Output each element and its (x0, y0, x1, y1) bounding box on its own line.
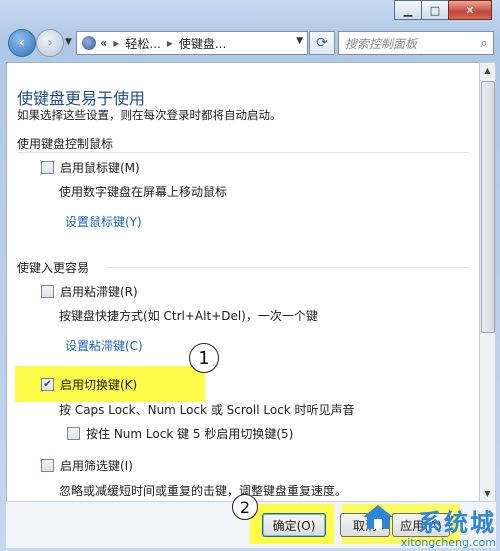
sticky-keys-option[interactable]: 启用粘滞键(R) (41, 283, 138, 300)
scrollbar-thumb[interactable] (481, 81, 495, 333)
filter-keys-checkbox[interactable] (41, 459, 54, 472)
refresh-icon: ⟳ (316, 35, 328, 51)
mouse-keys-label[interactable]: 启用鼠标键(M) (60, 159, 140, 176)
toggle-keys-checkbox[interactable]: ✔ (41, 378, 54, 391)
breadcrumb-ease-of-access[interactable]: 轻松... (125, 35, 160, 52)
num-lock-hold-option[interactable]: 按住 Num Lock 键 5 秒启用切换键(5) (67, 425, 293, 442)
filter-keys-label[interactable]: 启用筛选键(I) (60, 457, 133, 474)
maximize-button[interactable]: □ (421, 0, 449, 20)
minimize-icon: ▁ (403, 3, 413, 17)
search-input[interactable]: 搜索控制面板 (345, 35, 475, 52)
refresh-button[interactable]: ⟳ (309, 31, 335, 55)
house-logo-icon (362, 505, 393, 529)
filter-keys-option[interactable]: 启用筛选键(I) (41, 457, 133, 474)
forward-button[interactable]: › (36, 29, 64, 57)
breadcrumb-overflow[interactable]: « (100, 36, 107, 50)
mouse-keys-checkbox[interactable] (41, 161, 54, 174)
toggle-keys-option[interactable]: ✔ 启用切换键(K) (41, 376, 137, 393)
sticky-keys-checkbox[interactable] (41, 285, 54, 298)
step-marker-1: 1 (189, 343, 219, 373)
close-icon: ✕ (465, 3, 475, 17)
chevron-down-icon: ▼ (65, 37, 72, 47)
toggle-keys-label[interactable]: 启用切换键(K) (60, 376, 137, 393)
control-panel-icon (82, 36, 96, 50)
section-heading-mouse: 使用键盘控制鼠标 (17, 137, 114, 151)
arrow-right-icon: › (47, 35, 53, 51)
filter-keys-description: 忽略或减缓短时间或重复的击键，调整键盘重复速度。 (59, 484, 348, 498)
sticky-keys-label[interactable]: 启用粘滞键(R) (60, 283, 138, 300)
arrow-left-icon: ‹ (19, 35, 25, 51)
section-heading-typing: 使键入更容易 (17, 261, 90, 275)
breadcrumb-separator-icon[interactable]: ▸ (167, 36, 173, 50)
address-dropdown-icon[interactable]: ▼ (296, 36, 303, 46)
search-icon[interactable]: ⌕ (475, 36, 493, 51)
control-panel-window: ▁ □ ✕ ‹ › ▼ « ▸ 轻松... ▸ 使键盘... ▼ ⟳ 搜索控制面… (0, 0, 500, 551)
ok-button[interactable]: 确定(O) (262, 513, 326, 537)
window-caption-buttons: ▁ □ ✕ (394, 0, 492, 20)
breadcrumb-keyboard[interactable]: 使键盘... (179, 35, 226, 52)
navigation-bar: ‹ › ▼ « ▸ 轻松... ▸ 使键盘... ▼ ⟳ 搜索控制面板 ⌕ (6, 28, 494, 58)
search-box[interactable]: 搜索控制面板 ⌕ (338, 31, 494, 55)
scroll-down-icon[interactable]: ▼ (480, 486, 495, 501)
sticky-keys-description: 按键盘快捷方式(如 Ctrl+Alt+Del)，一次一个键 (59, 309, 318, 323)
close-button[interactable]: ✕ (448, 0, 492, 20)
back-button[interactable]: ‹ (8, 29, 36, 57)
toggle-keys-description: 按 Caps Lock、Num Lock 或 Scroll Lock 时听见声音 (59, 403, 355, 417)
address-bar[interactable]: « ▸ 轻松... ▸ 使键盘... ▼ (76, 31, 308, 55)
settings-content: 使键盘更易于使用 如果选择这些设置，则在每次登录时都将自动启动。 使用键盘控制鼠… (6, 62, 480, 502)
page-description: 如果选择这些设置，则在每次登录时都将自动启动。 (17, 108, 282, 122)
page-title: 使键盘更易于使用 (17, 89, 146, 108)
setup-sticky-keys-link[interactable]: 设置粘滞键(C) (65, 337, 143, 354)
breadcrumb-separator-icon[interactable]: ▸ (113, 36, 119, 50)
mouse-keys-description: 使用数字键盘在屏幕上移动鼠标 (59, 185, 228, 199)
recent-pages-dropdown[interactable]: ▼ (65, 37, 72, 47)
vertical-scrollbar[interactable]: ▲ ▼ (479, 62, 496, 502)
section-divider (17, 152, 469, 153)
maximize-icon: □ (429, 3, 441, 17)
step-marker-2: 2 (232, 494, 258, 520)
watermark-brand: 系统城 (418, 509, 496, 537)
section-divider (107, 267, 469, 268)
num-lock-hold-label[interactable]: 按住 Num Lock 键 5 秒启用切换键(5) (86, 425, 293, 442)
mouse-keys-option[interactable]: 启用鼠标键(M) (41, 159, 140, 176)
site-watermark: 系统城 xitongcheng.com (362, 503, 496, 549)
scroll-up-icon[interactable]: ▲ (480, 63, 495, 78)
watermark-url: xitongcheng.com (400, 536, 496, 549)
setup-mouse-keys-link[interactable]: 设置鼠标键(Y) (65, 213, 142, 230)
minimize-button[interactable]: ▁ (394, 0, 422, 20)
num-lock-hold-checkbox[interactable] (67, 427, 80, 440)
